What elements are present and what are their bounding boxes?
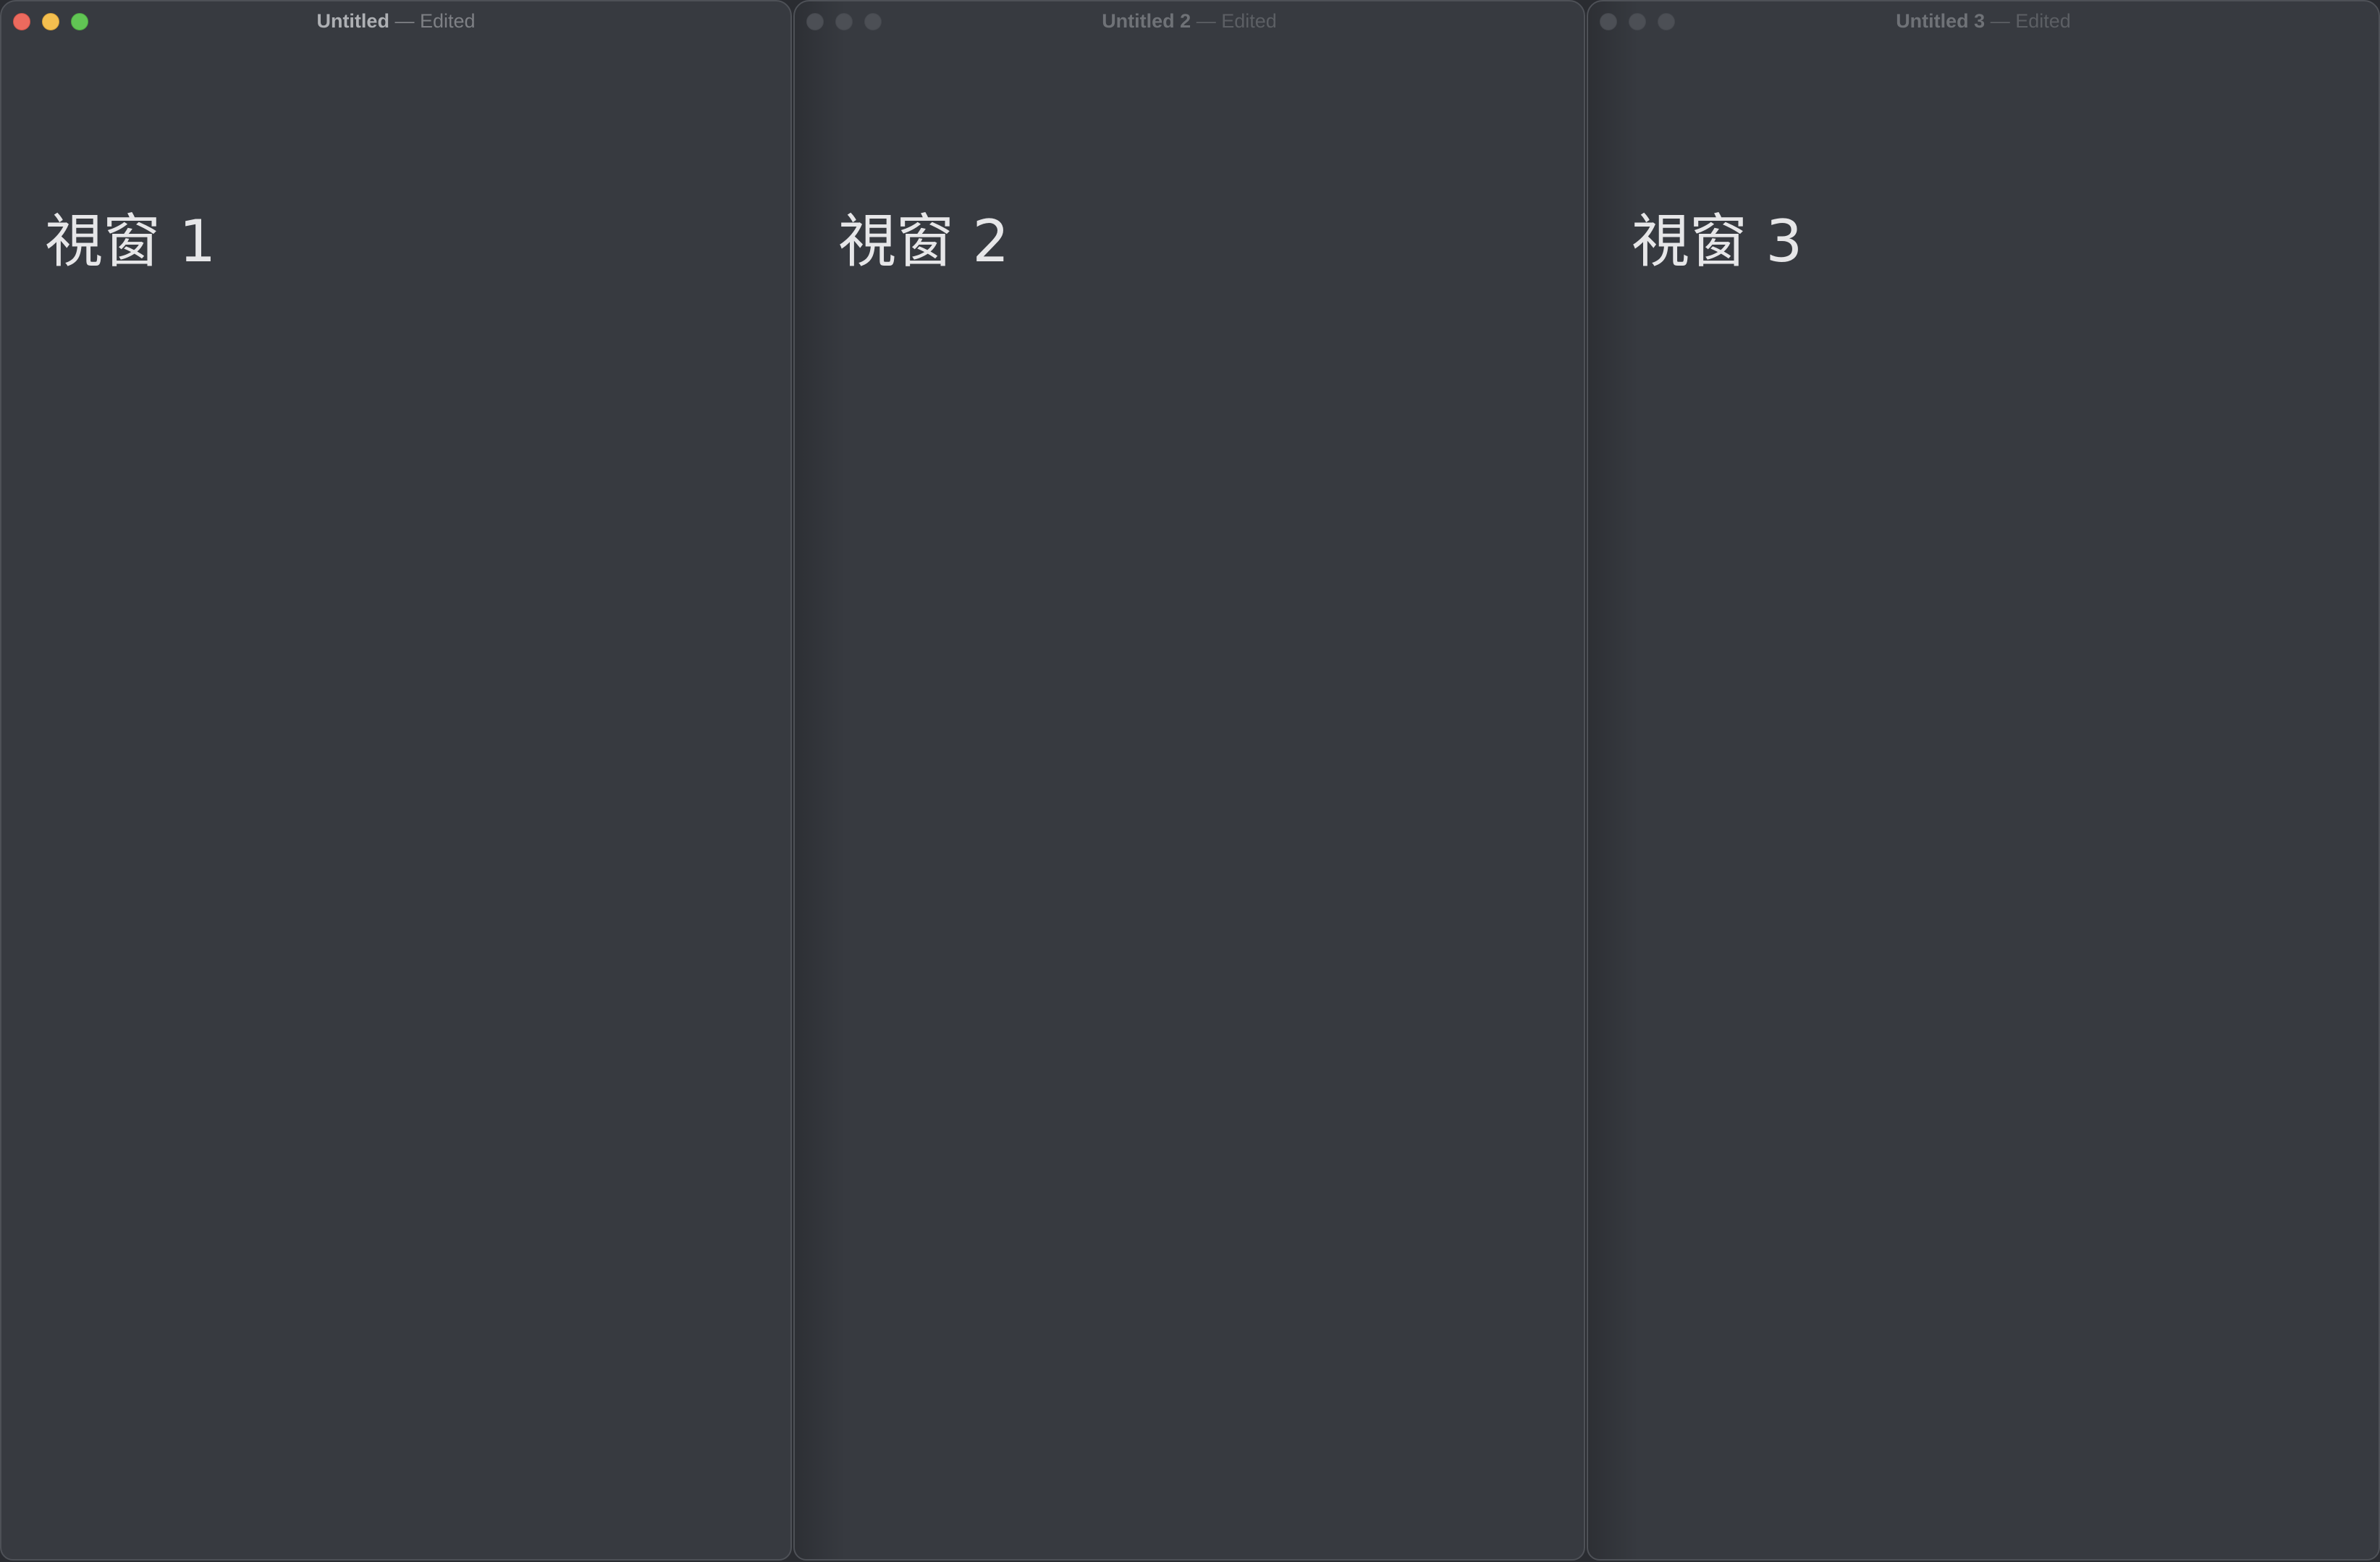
edited-status: Edited [419,10,476,32]
window-title: Untitled 3 — Edited [1588,9,2379,33]
document-text[interactable]: 視窗 2 [838,206,1009,278]
document-text[interactable]: 視窗 1 [45,206,216,278]
edited-status: Edited [1221,10,1277,32]
document-text[interactable]: 視窗 3 [1632,206,1802,278]
document-window-3[interactable]: Untitled 3 — Edited 視窗 3 [1587,0,2380,1561]
document-window-2[interactable]: Untitled 2 — Edited 視窗 2 [793,0,1585,1561]
document-name: Untitled 2 [1102,10,1191,32]
document-name: Untitled 3 [1896,10,1986,32]
document-window-1[interactable]: Untitled — Edited 視窗 1 [0,0,792,1561]
title-separator: — [1196,10,1216,32]
window-titlebar[interactable]: Untitled — Edited [1,1,790,41]
window-title: Untitled 2 — Edited [795,9,1584,33]
window-titlebar[interactable]: Untitled 2 — Edited [795,1,1584,41]
document-name: Untitled [316,10,389,32]
title-separator: — [394,10,415,32]
title-separator: — [1990,10,2010,32]
window-titlebar[interactable]: Untitled 3 — Edited [1588,1,2379,41]
edited-status: Edited [2015,10,2071,32]
window-title: Untitled — Edited [1,9,790,33]
